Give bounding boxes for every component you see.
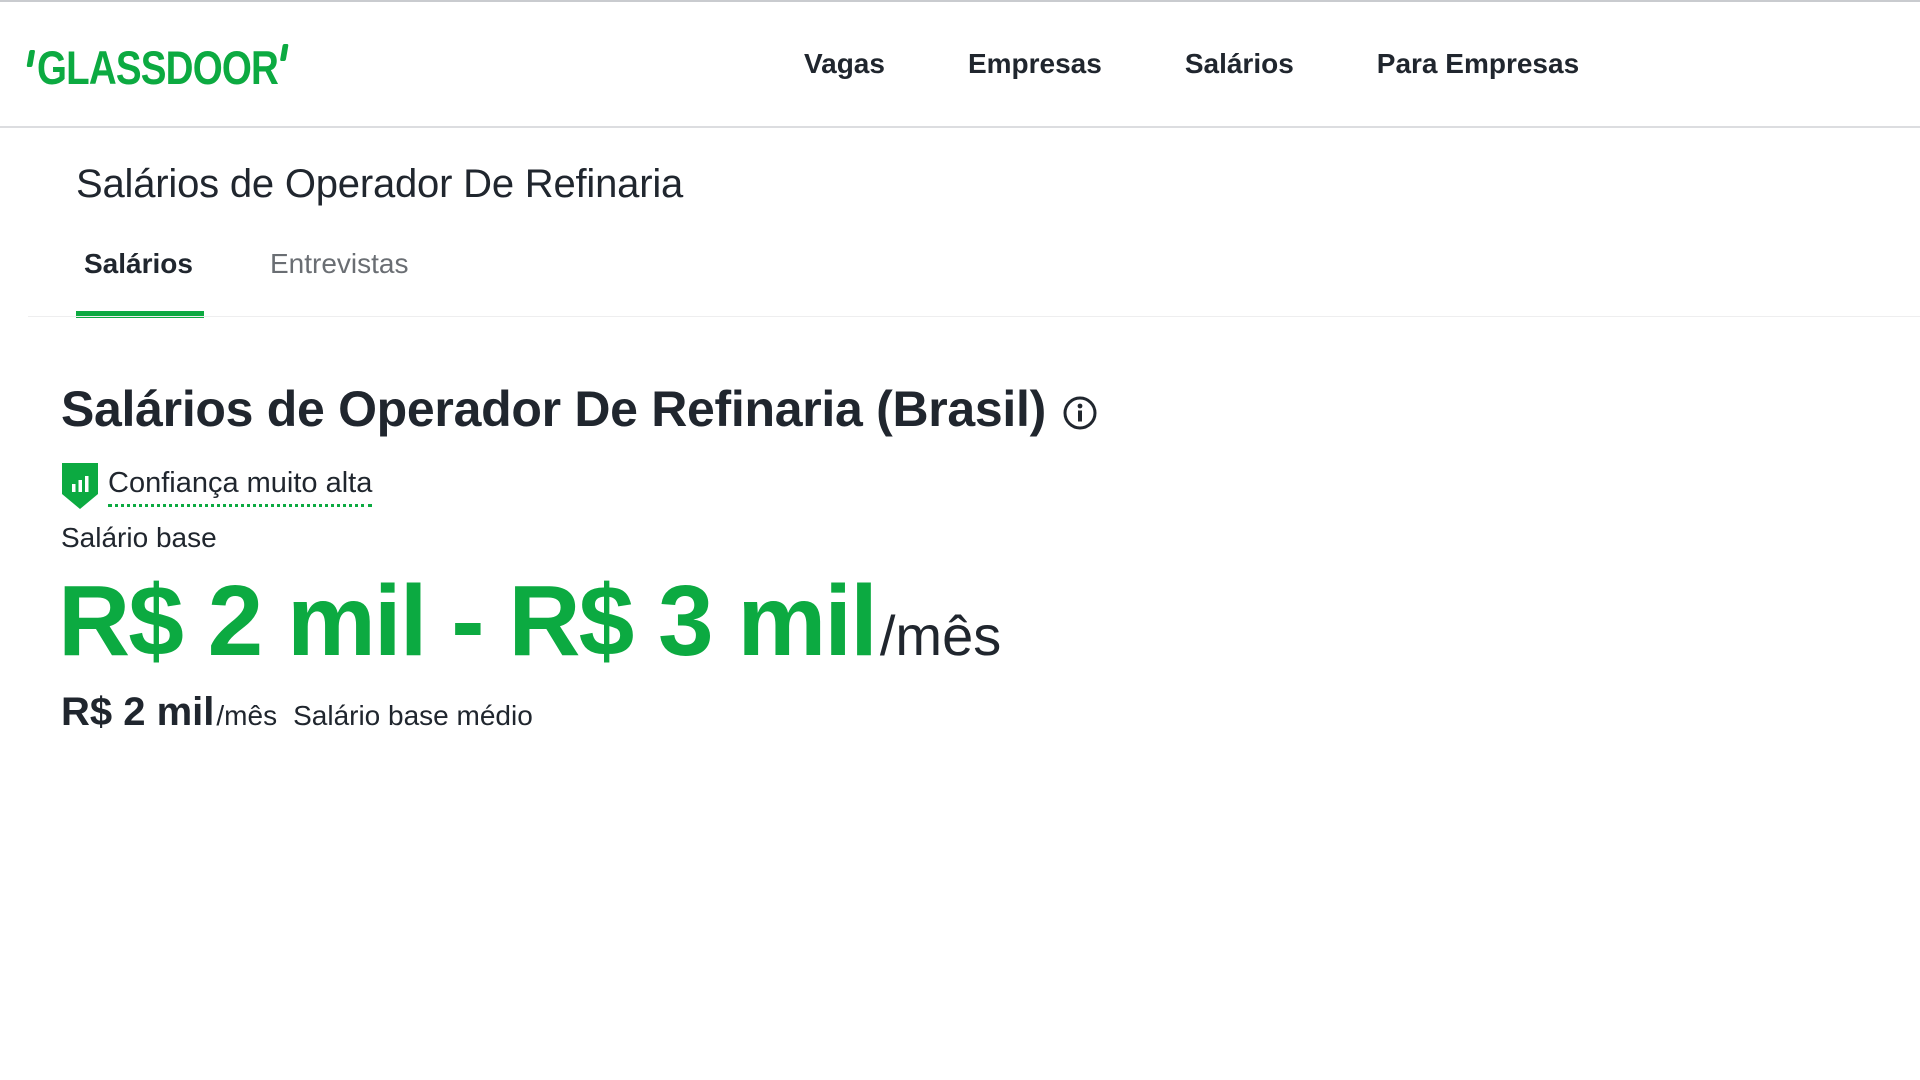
info-icon[interactable] xyxy=(1062,395,1098,431)
salary-range-amount: R$ 2 mil - R$ 3 mil xyxy=(58,565,878,677)
salary-heading: Salários de Operador De Refinaria (Brasi… xyxy=(61,380,1098,438)
confidence-indicator: Confiança muito alta xyxy=(61,462,373,510)
main-nav: Vagas Empresas Salários Para Empresas xyxy=(804,46,1579,82)
nav-item-vagas[interactable]: Vagas xyxy=(804,46,885,82)
occupation-title: Salários de Operador De Refinaria xyxy=(76,162,684,206)
glassdoor-logo[interactable]: GLASSDOOR xyxy=(26,41,289,94)
nav-item-para-empresas[interactable]: Para Empresas xyxy=(1377,46,1579,82)
median-salary-amount: R$ 2 mil xyxy=(61,690,215,734)
median-salary: R$ 2 mil /mês Salário base médio xyxy=(61,690,533,735)
tab-salarios[interactable]: Salários xyxy=(76,244,204,318)
tab-entrevistas[interactable]: Entrevistas xyxy=(270,244,409,318)
tabs-divider xyxy=(28,316,1920,317)
logo-left-tick xyxy=(26,50,36,67)
tab-bar: Salários Entrevistas xyxy=(76,244,409,318)
median-salary-label: Salário base médio xyxy=(293,700,533,731)
salary-range: R$ 2 mil - R$ 3 mil /mês xyxy=(58,566,1001,676)
logo-text: GLASSDOOR xyxy=(37,41,279,94)
logo-right-tick xyxy=(279,44,289,61)
base-salary-label: Salário base xyxy=(61,522,217,553)
confidence-label[interactable]: Confiança muito alta xyxy=(108,465,373,507)
salary-heading-text: Salários de Operador De Refinaria (Brasi… xyxy=(61,381,1046,437)
nav-item-salarios[interactable]: Salários xyxy=(1185,46,1294,82)
nav-item-empresas[interactable]: Empresas xyxy=(968,46,1102,82)
salary-range-unit: /mês xyxy=(879,604,1002,667)
shield-bar-chart-icon xyxy=(62,463,98,509)
median-salary-unit: /mês xyxy=(216,700,278,731)
site-header: GLASSDOOR Vagas Empresas Salários Para E… xyxy=(0,2,1920,128)
